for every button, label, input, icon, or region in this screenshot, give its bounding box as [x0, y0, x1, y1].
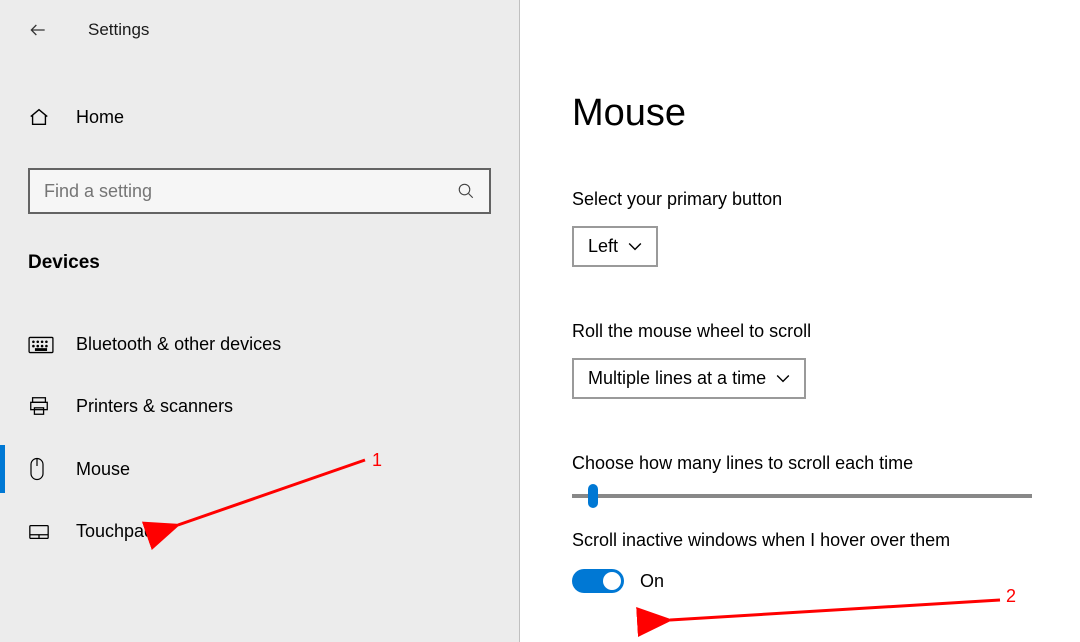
nav-list: Bluetooth & other devices Printers & sca…	[0, 314, 519, 562]
wheel-label: Roll the mouse wheel to scroll	[572, 321, 1080, 342]
chevron-down-icon	[776, 372, 790, 386]
lines-label: Choose how many lines to scroll each tim…	[572, 453, 1080, 474]
home-label: Home	[76, 107, 124, 128]
app-title: Settings	[88, 20, 149, 40]
back-button[interactable]	[24, 16, 52, 44]
sidebar-item-mouse[interactable]: Mouse	[0, 437, 519, 501]
sidebar-item-label: Touchpad	[76, 521, 154, 542]
sidebar-item-label: Printers & scanners	[76, 396, 233, 417]
category-label: Devices	[28, 252, 491, 274]
main-panel: Mouse Select your primary button Left Ro…	[520, 0, 1080, 642]
lines-slider[interactable]	[572, 494, 1032, 498]
page-title: Mouse	[572, 92, 1080, 135]
chevron-down-icon	[628, 240, 642, 254]
printer-icon	[28, 395, 54, 417]
sidebar-item-bluetooth[interactable]: Bluetooth & other devices	[0, 314, 519, 375]
sidebar-header: Settings	[0, 0, 519, 68]
select-value: Multiple lines at a time	[588, 368, 766, 389]
sidebar-item-touchpad[interactable]: Touchpad	[0, 501, 519, 562]
sidebar-item-home[interactable]: Home	[0, 96, 519, 138]
search-input[interactable]	[44, 181, 457, 202]
slider-thumb[interactable]	[588, 484, 598, 508]
keyboard-icon	[28, 336, 54, 354]
primary-button-select[interactable]: Left	[572, 226, 658, 267]
toggle-state-label: On	[640, 571, 664, 592]
mouse-icon	[28, 457, 54, 481]
select-value: Left	[588, 236, 618, 257]
primary-button-label: Select your primary button	[572, 189, 1080, 210]
touchpad-icon	[28, 523, 54, 541]
toggle-knob	[603, 572, 621, 590]
inactive-toggle[interactable]	[572, 569, 624, 593]
sidebar-item-printers[interactable]: Printers & scanners	[0, 375, 519, 437]
search-box[interactable]	[28, 168, 491, 214]
search-icon	[457, 182, 475, 200]
wheel-select[interactable]: Multiple lines at a time	[572, 358, 806, 399]
sidebar-item-label: Mouse	[76, 459, 130, 480]
arrow-left-icon	[28, 20, 48, 40]
home-icon	[28, 106, 54, 128]
inactive-label: Scroll inactive windows when I hover ove…	[572, 530, 1080, 551]
sidebar-item-label: Bluetooth & other devices	[76, 334, 281, 355]
sidebar: Settings Home Devices Bluetooth & other …	[0, 0, 520, 642]
